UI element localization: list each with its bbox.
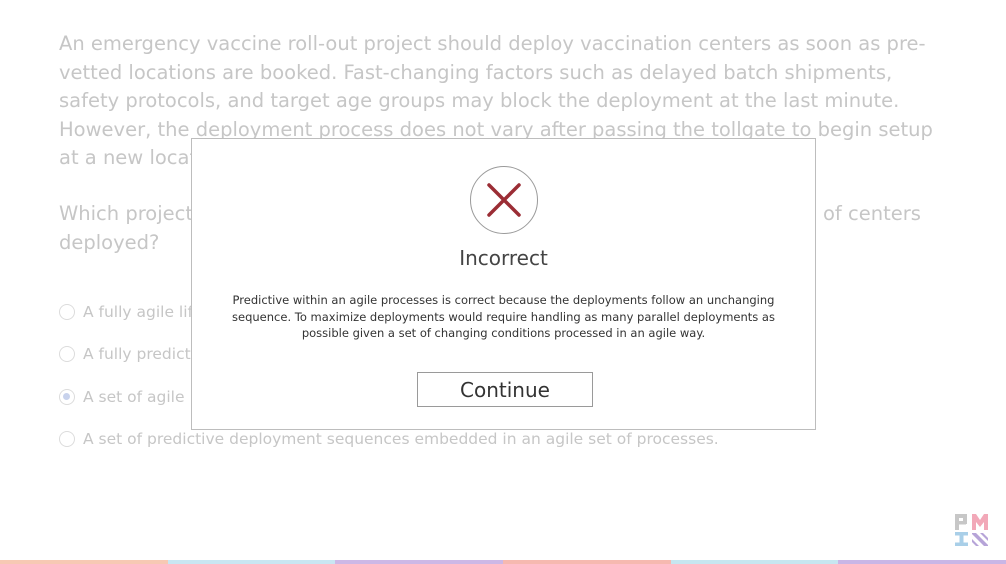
strip-segment <box>167 560 336 564</box>
prompt-text-left: Which project <box>59 202 194 225</box>
strip-segment <box>503 560 671 564</box>
strip-segment <box>670 560 839 564</box>
radio-button[interactable] <box>59 431 75 447</box>
option-label: A set of predictive deployment sequences… <box>83 430 719 448</box>
option-label: A fully agile lif <box>83 303 194 321</box>
strip-segment <box>838 560 1006 564</box>
answer-option[interactable]: A fully agile lif <box>59 303 193 321</box>
prompt-text-right: of centers <box>823 202 921 225</box>
radio-button-selected[interactable] <box>59 389 75 405</box>
bottom-color-strip <box>0 560 1006 564</box>
radio-button[interactable] <box>59 346 75 362</box>
result-title: Incorrect <box>459 246 548 270</box>
option-label: A set of agile <box>83 388 185 406</box>
feedback-modal: Incorrect Predictive within an agile pro… <box>191 138 816 430</box>
close-x-icon <box>470 166 538 234</box>
strip-segment <box>0 560 168 564</box>
pmi-logo <box>953 511 991 549</box>
continue-button[interactable]: Continue <box>417 372 593 407</box>
answer-option[interactable]: A set of agile <box>59 388 185 406</box>
answer-option[interactable]: A fully predict <box>59 345 191 363</box>
strip-segment <box>335 560 504 564</box>
answer-option[interactable]: A set of predictive deployment sequences… <box>59 430 719 448</box>
option-label: A fully predict <box>83 345 191 363</box>
prompt-text-line2: deployed? <box>59 231 160 254</box>
feedback-text: Predictive within an agile processes is … <box>232 293 775 340</box>
radio-button[interactable] <box>59 304 75 320</box>
